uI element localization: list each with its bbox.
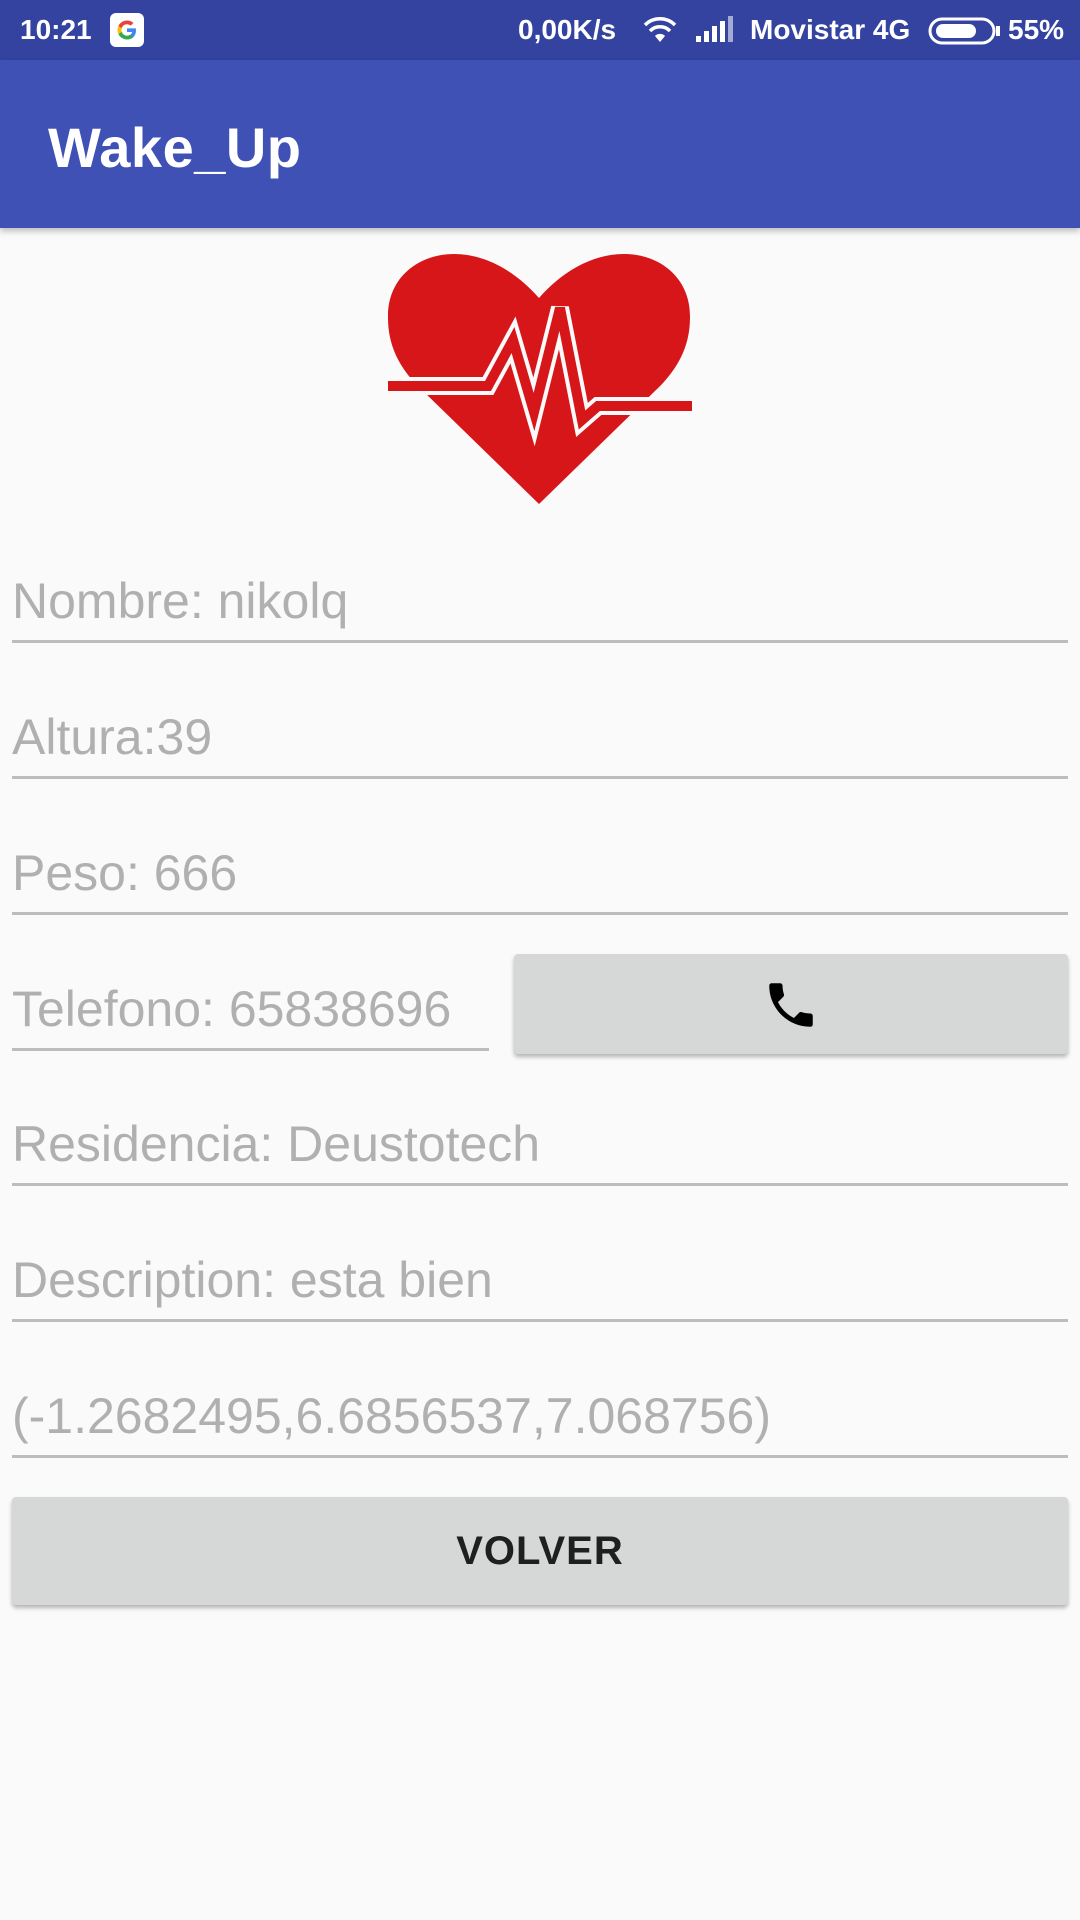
description-field[interactable]: Description: esta bien [12,1239,1068,1322]
google-icon [110,13,144,47]
app-bar: Wake_Up [0,60,1080,228]
altura-text: Altura:39 [12,709,213,765]
app-title: Wake_Up [48,116,302,179]
call-button[interactable] [514,954,1068,1054]
residencia-text: Residencia: Deustotech [12,1116,541,1172]
peso-text: Peso: 666 [12,845,238,901]
volver-button[interactable]: VOLVER [12,1497,1068,1605]
nombre-text: Nombre: nikolq [12,573,349,629]
heart-pulse-icon [388,250,692,509]
battery-icon [928,17,1002,52]
battery-percentage: 55% [1008,14,1065,45]
phone-icon [762,976,820,1039]
description-text: Description: esta bien [12,1252,493,1308]
telefono-text: Telefono: 65838696 [12,981,452,1037]
net-speed: 0,00K/s [518,14,617,45]
carrier-name: Movistar 4G [750,14,911,45]
peso-field[interactable]: Peso: 666 [12,832,1068,915]
coordinates-text: (-1.2682495,6.6856537,7.068756) [12,1388,771,1444]
status-time: 10:21 [20,14,92,45]
coordinates-field[interactable]: (-1.2682495,6.6856537,7.068756) [12,1375,1068,1458]
wifi-icon [642,14,678,51]
status-bar: 10:21 0,00K/s Movistar 4G 55% [0,0,1080,60]
volver-label: VOLVER [456,1529,624,1573]
altura-field[interactable]: Altura:39 [12,696,1068,779]
nombre-field[interactable]: Nombre: nikolq [12,560,1068,643]
signal-icon [694,16,734,51]
residencia-field[interactable]: Residencia: Deustotech [12,1103,1068,1186]
telefono-field[interactable]: Telefono: 65838696 [12,968,489,1051]
